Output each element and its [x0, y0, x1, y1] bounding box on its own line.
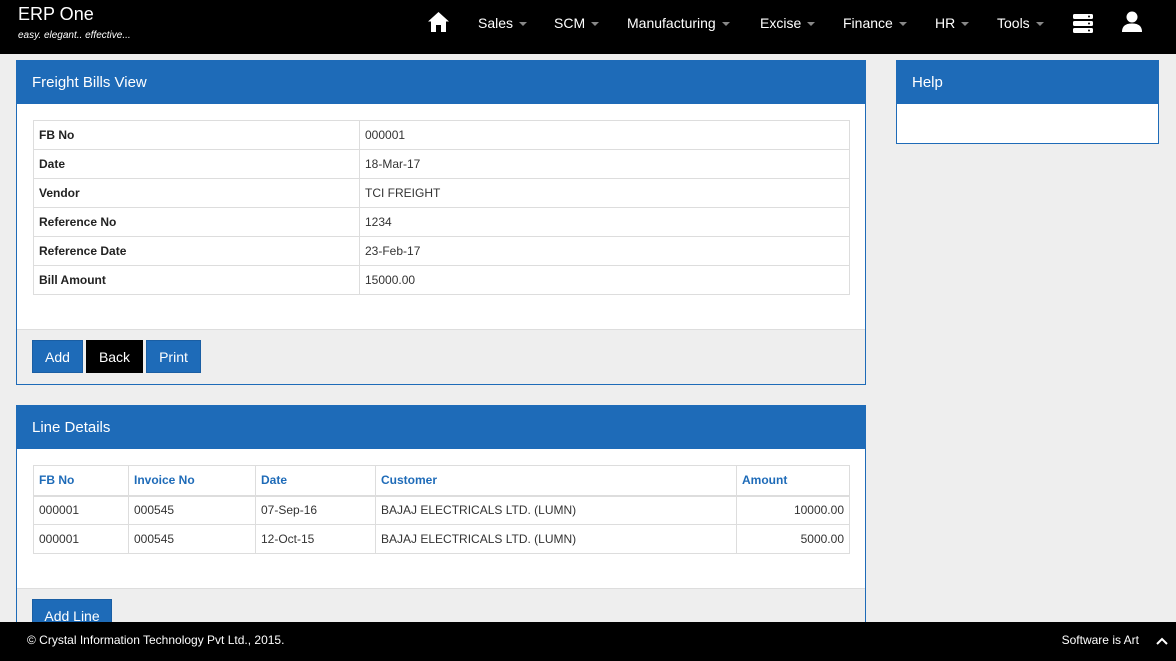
back-button[interactable]: Back — [86, 340, 143, 373]
top-navbar: ERP One easy. elegant.. effective... Sal… — [0, 0, 1176, 54]
detail-row: Reference No 1234 — [33, 207, 850, 237]
nav-finance-label: Finance — [843, 15, 893, 31]
detail-label: Reference Date — [33, 236, 360, 266]
caret-down-icon — [519, 22, 528, 26]
detail-value: 15000.00 — [359, 265, 850, 295]
freight-bill-details-table: FB No 000001 Date 18-Mar-17 Vendor TCI FREI… — [33, 120, 850, 295]
table-header-row: FB No Invoice No Date Customer Amount — [33, 465, 850, 497]
cell-invoice-no: 000545 — [128, 495, 256, 525]
detail-label: Reference No — [33, 207, 360, 237]
print-button[interactable]: Print — [146, 340, 201, 373]
copyright-text: © Crystal Information Technology Pvt Ltd… — [27, 633, 285, 647]
nav-tools[interactable]: Tools — [997, 0, 1044, 46]
column-header-invoice-no[interactable]: Invoice No — [128, 465, 256, 497]
detail-value: 000001 — [359, 120, 850, 150]
nav-hr[interactable]: HR — [935, 0, 970, 46]
nav-excise-label: Excise — [760, 15, 802, 31]
cell-fb-no: 000001 — [33, 495, 129, 525]
cell-customer: BAJAJ ELECTRICALS LTD. (LUMN) — [375, 524, 737, 554]
caret-down-icon — [961, 22, 970, 26]
detail-label: Date — [33, 149, 360, 179]
column-header-amount[interactable]: Amount — [736, 465, 850, 497]
cell-amount: 5000.00 — [736, 524, 850, 554]
nav-excise[interactable]: Excise — [760, 0, 816, 46]
server-icon[interactable] — [1073, 14, 1093, 33]
brand-name: ERP One — [18, 4, 94, 24]
caret-down-icon — [898, 22, 907, 26]
caret-down-icon — [1035, 22, 1044, 26]
table-row[interactable]: 000001 000545 12-Oct-15 BAJAJ ELECTRICAL… — [33, 524, 850, 554]
detail-row: Reference Date 23-Feb-17 — [33, 236, 850, 266]
column-header-date[interactable]: Date — [255, 465, 376, 497]
caret-down-icon — [807, 22, 816, 26]
detail-value: 18-Mar-17 — [359, 149, 850, 179]
freight-bills-footer: Add Back Print — [17, 329, 865, 384]
cell-date: 12-Oct-15 — [255, 524, 376, 554]
detail-value: 1234 — [359, 207, 850, 237]
detail-value: 23-Feb-17 — [359, 236, 850, 266]
detail-row: Vendor TCI FREIGHT — [33, 178, 850, 208]
caret-down-icon — [721, 22, 730, 26]
nav-hr-label: HR — [935, 15, 956, 31]
freight-bills-title: Freight Bills View — [17, 61, 865, 104]
caret-down-icon — [591, 22, 600, 26]
brand[interactable]: ERP One easy. elegant.. effective... — [18, 4, 131, 41]
nav-sales-label: Sales — [478, 15, 514, 31]
detail-row: Date 18-Mar-17 — [33, 149, 850, 179]
nav-scm[interactable]: SCM — [554, 0, 600, 46]
footer-tagline: Software is Art — [1061, 633, 1139, 647]
freight-bills-panel: Freight Bills View FB No 000001 Date 18-Ma… — [16, 60, 866, 385]
line-details-title: Line Details — [17, 406, 865, 449]
detail-label: Vendor — [33, 178, 360, 208]
nav-manufacturing-label: Manufacturing — [627, 15, 716, 31]
detail-row: Bill Amount 15000.00 — [33, 265, 850, 295]
line-details-panel: Line Details FB No Invoice No Date Custo… — [16, 405, 866, 648]
nav-manufacturing[interactable]: Manufacturing — [627, 0, 730, 46]
cell-customer: BAJAJ ELECTRICALS LTD. (LUMN) — [375, 495, 737, 525]
nav-finance[interactable]: Finance — [843, 0, 907, 46]
cell-fb-no: 000001 — [33, 524, 129, 554]
user-icon[interactable] — [1121, 11, 1143, 33]
column-header-fb-no[interactable]: FB No — [33, 465, 129, 497]
cell-amount: 10000.00 — [736, 495, 850, 525]
cell-invoice-no: 000545 — [128, 524, 256, 554]
cell-date: 07-Sep-16 — [255, 495, 376, 525]
detail-value: TCI FREIGHT — [359, 178, 850, 208]
detail-label: FB No — [33, 120, 360, 150]
brand-tagline: easy. elegant.. effective... — [18, 30, 131, 41]
table-row[interactable]: 000001 000545 07-Sep-16 BAJAJ ELECTRICAL… — [33, 495, 850, 525]
line-details-table: FB No Invoice No Date Customer Amount 00… — [33, 465, 850, 554]
nav-tools-label: Tools — [997, 15, 1030, 31]
page-footer: © Crystal Information Technology Pvt Ltd… — [0, 622, 1176, 661]
help-title: Help — [897, 61, 1158, 104]
help-panel: Help — [896, 60, 1159, 144]
column-header-customer[interactable]: Customer — [375, 465, 737, 497]
scroll-top-icon[interactable] — [1156, 635, 1168, 645]
nav-sales[interactable]: Sales — [478, 0, 528, 46]
detail-label: Bill Amount — [33, 265, 360, 295]
add-button[interactable]: Add — [32, 340, 83, 373]
home-icon[interactable] — [427, 11, 450, 33]
nav-scm-label: SCM — [554, 15, 586, 31]
detail-row: FB No 000001 — [33, 120, 850, 150]
